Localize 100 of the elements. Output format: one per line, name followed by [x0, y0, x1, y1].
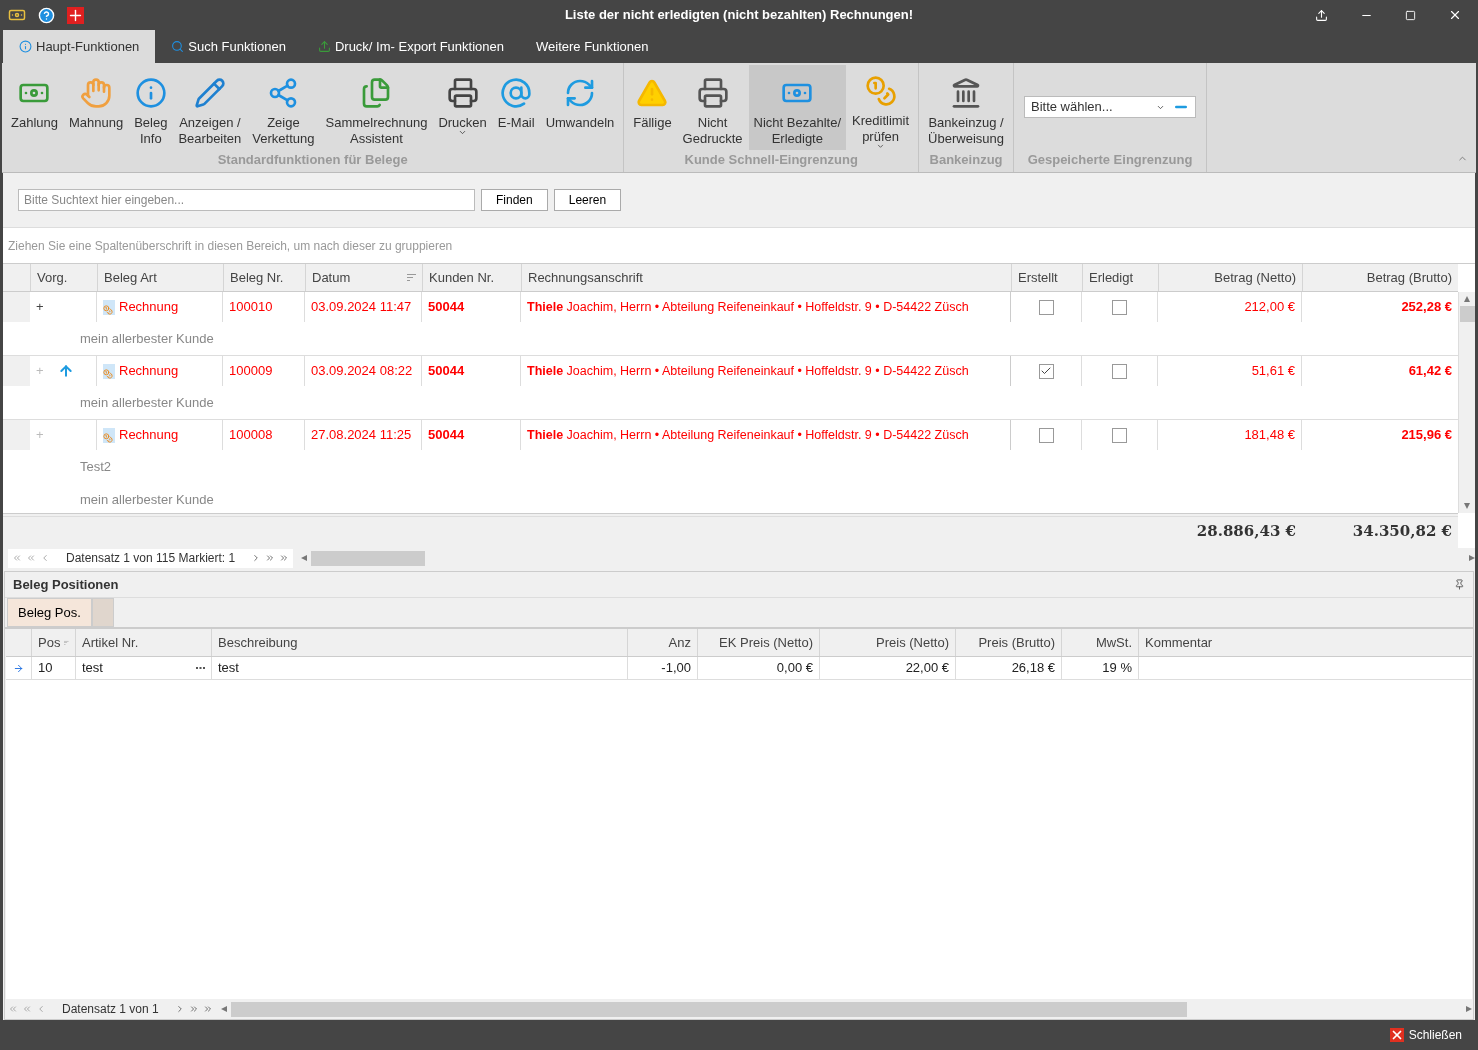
- table-cell-text: test: [218, 659, 240, 678]
- ribbon-button[interactable]: Anzeigen / Bearbeiten: [173, 65, 247, 150]
- column-header[interactable]: Vorg.: [37, 267, 68, 288]
- column-header[interactable]: Kunden Nr.: [429, 267, 495, 288]
- column-header[interactable]: Beschreibung: [218, 632, 298, 653]
- last-record-icon[interactable]: [279, 553, 290, 563]
- check-icon: [1040, 365, 1052, 377]
- column-header[interactable]: Kommentar: [1145, 632, 1213, 653]
- ribbon-tab[interactable]: Druck/ Im- Export Funktionen: [301, 30, 520, 63]
- first-record-icon[interactable]: [12, 553, 22, 563]
- previous-record-icon[interactable]: [36, 1004, 46, 1014]
- scroll-left-icon[interactable]: [220, 1006, 227, 1012]
- ribbon-button[interactable]: Zahlung: [6, 65, 63, 150]
- ribbon-tab[interactable]: Weitere Funktionen: [520, 30, 665, 63]
- ribbon-button[interactable]: Bankeinzug / Überweisung: [923, 65, 1009, 150]
- restore-layout-icon[interactable]: [1315, 8, 1328, 22]
- record-counter: Datensatz 1 von 115 Markiert: 1: [66, 550, 236, 567]
- column-header[interactable]: Anz: [668, 632, 691, 653]
- previous-page-icon[interactable]: [22, 1004, 32, 1014]
- ribbon-button[interactable]: Beleg Info: [129, 65, 173, 150]
- table-cell-text: 100008: [229, 426, 273, 445]
- ribbon-button[interactable]: Nicht Bezahlte/ Erledigte: [748, 65, 847, 150]
- column-header[interactable]: Pos: [38, 632, 61, 653]
- sort-icon[interactable]: [407, 273, 416, 282]
- record-counter: Datensatz 1 von 1: [62, 1001, 159, 1018]
- previous-page-icon[interactable]: [26, 553, 36, 563]
- column-header[interactable]: Datum: [312, 267, 351, 288]
- expand-toggle[interactable]: +: [36, 297, 44, 317]
- table-cell-text: 27.08.2024 11:25: [311, 426, 412, 445]
- scroll-right-icon[interactable]: [1466, 1006, 1472, 1012]
- ribbon-button[interactable]: Nicht Gedruckte: [677, 65, 748, 150]
- close-icon[interactable]: [1448, 8, 1462, 22]
- coins-icon: [864, 75, 897, 108]
- ribbon-tab[interactable]: Such Funktionen: [155, 30, 302, 63]
- column-header[interactable]: Beleg Art: [104, 267, 157, 288]
- ribbon-button[interactable]: Drucken: [433, 65, 492, 150]
- search-field[interactable]: Bitte Suchtext hier eingeben...: [18, 189, 475, 211]
- search-action-button[interactable]: Leeren: [553, 189, 622, 211]
- column-header[interactable]: Erstellt: [1018, 267, 1058, 288]
- scrollbar-thumb[interactable]: [1459, 306, 1475, 322]
- column-header[interactable]: Artikel Nr.: [82, 632, 139, 653]
- checkbox[interactable]: [1112, 299, 1127, 315]
- last-record-icon[interactable]: [202, 1004, 213, 1014]
- ribbon-button[interactable]: Sammelrechnung Assistent: [320, 65, 433, 150]
- info-icon: [19, 40, 32, 53]
- column-header[interactable]: MwSt.: [1095, 632, 1132, 653]
- column-header[interactable]: Preis (Brutto): [978, 632, 1055, 653]
- ribbon-button[interactable]: Zeige Verkettung: [247, 65, 320, 150]
- ribbon-group-title: Kunde Schnell-Eingrenzung: [683, 151, 859, 169]
- maximize-icon[interactable]: [1405, 9, 1416, 21]
- column-header[interactable]: EK Preis (Netto): [719, 632, 813, 653]
- horizontal-scrollbar[interactable]: [220, 1001, 1472, 1017]
- caret-icon: [458, 128, 468, 137]
- scroll-up-icon[interactable]: [1464, 296, 1470, 302]
- pin-icon[interactable]: [1454, 579, 1465, 590]
- ribbon-button[interactable]: E-Mail: [492, 65, 540, 150]
- checkbox[interactable]: [1112, 427, 1127, 443]
- table-cell-text: 100009: [229, 362, 273, 381]
- column-header[interactable]: Erledigt: [1089, 267, 1134, 288]
- next-page-icon[interactable]: [265, 553, 276, 563]
- swiss-flag-icon[interactable]: [67, 6, 84, 24]
- checkbox[interactable]: [1112, 363, 1127, 379]
- previous-record-icon[interactable]: [40, 553, 50, 563]
- scroll-left-icon[interactable]: [301, 555, 308, 561]
- panel-tab[interactable]: Beleg Pos.: [7, 598, 92, 627]
- table-cell-text: 50044: [428, 362, 465, 381]
- checkbox[interactable]: [1038, 299, 1054, 315]
- table-cell-text: Rechnung: [119, 298, 179, 317]
- scroll-down-icon[interactable]: [1464, 503, 1470, 509]
- table-cell-text: -1,00: [660, 659, 691, 678]
- table-cell-text: 19 %: [1101, 659, 1132, 678]
- next-page-icon[interactable]: [188, 1004, 199, 1014]
- invoice-icon: [103, 427, 115, 443]
- scroll-right-icon[interactable]: [1469, 555, 1475, 561]
- column-header[interactable]: Rechnungsanschrift: [528, 267, 643, 288]
- ribbon-button[interactable]: Mahnung: [64, 65, 129, 150]
- vertical-scrollbar[interactable]: [1459, 292, 1475, 513]
- first-record-icon[interactable]: [8, 1004, 18, 1014]
- ribbon-group-title: Bankeinzug: [928, 151, 1004, 169]
- ribbon-button[interactable]: Fällige: [628, 65, 677, 150]
- column-header[interactable]: Betrag (Netto): [1214, 267, 1296, 288]
- pencil-icon: [193, 76, 226, 109]
- column-header[interactable]: Betrag (Brutto): [1366, 267, 1452, 288]
- saved-filter-dropdown[interactable]: Bitte wählen...: [1024, 96, 1196, 118]
- ribbon-group-title: Gespeicherte Eingrenzung: [1026, 151, 1194, 169]
- ribbon-button[interactable]: Umwandeln: [540, 65, 620, 150]
- row-note: mein allerbester Kunde: [80, 393, 214, 412]
- group-by-hint: Ziehen Sie eine Spaltenüberschrift in diesen Bereich, um nach dieser zu gruppieren: [3, 227, 1475, 263]
- column-header[interactable]: Preis (Netto): [876, 632, 949, 653]
- help-icon[interactable]: [38, 6, 55, 24]
- table-cell-text: Thiele Joachim, Herrn • Abteilung Reifeneinkauf • Hoffeldstr. 9 • D-54422 Züsch: [527, 426, 969, 444]
- close-button[interactable]: Schließen: [1389, 1026, 1462, 1044]
- row-note: Test2: [80, 457, 112, 476]
- ribbon-button[interactable]: Kreditlimit prüfen: [847, 65, 915, 150]
- search-action-button[interactable]: Finden: [481, 189, 548, 211]
- ribbon-tab[interactable]: Haupt-Funktionen: [3, 30, 156, 63]
- column-header[interactable]: Beleg Nr.: [230, 267, 284, 288]
- checkbox[interactable]: [1038, 363, 1054, 379]
- checkbox[interactable]: [1038, 427, 1054, 443]
- horizontal-scrollbar[interactable]: [301, 550, 1475, 566]
